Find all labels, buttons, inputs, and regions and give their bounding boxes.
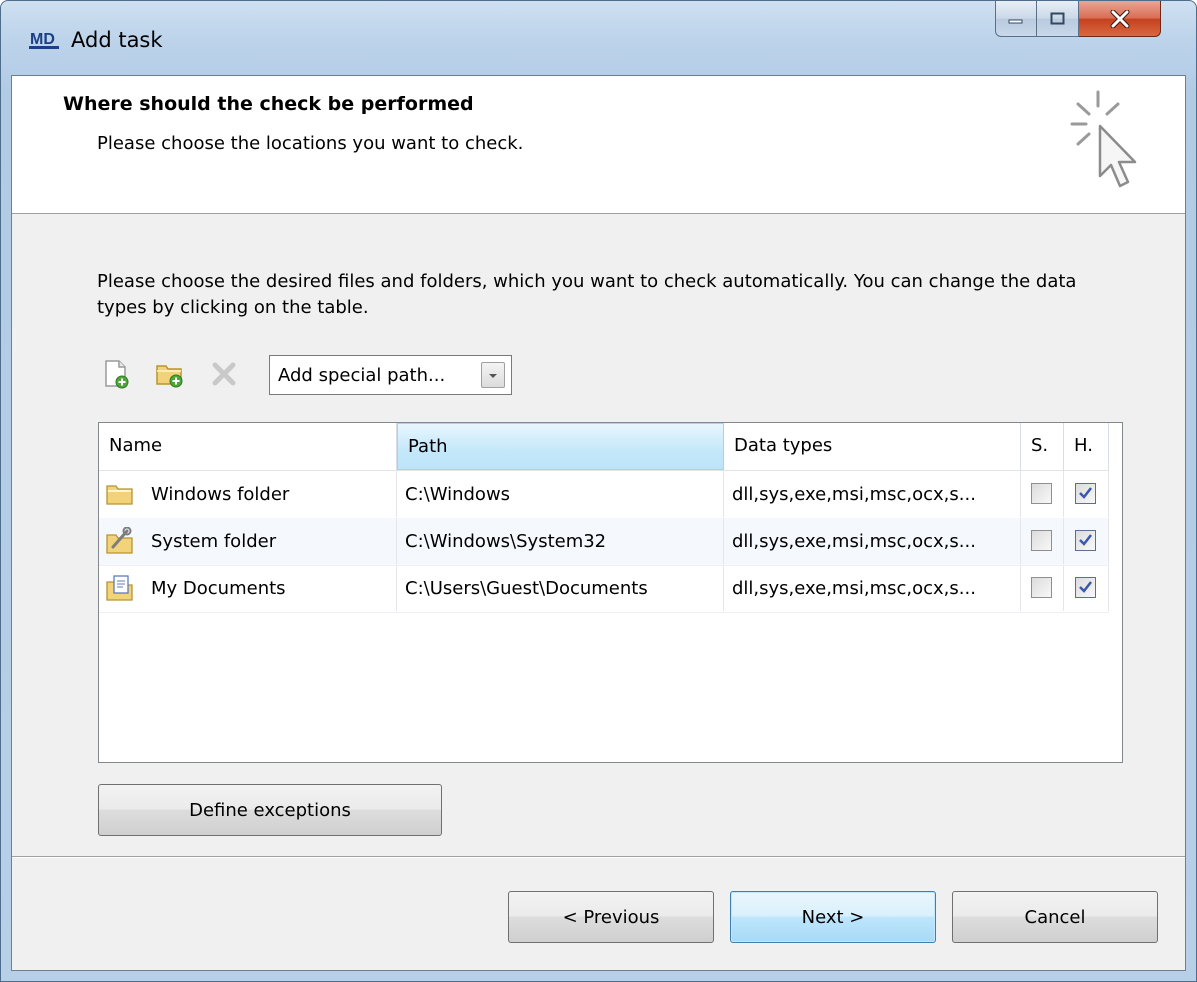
checkmark-icon bbox=[1079, 581, 1092, 593]
h-checkbox[interactable] bbox=[1075, 577, 1096, 598]
documents-folder-icon bbox=[106, 575, 133, 601]
h-checkbox[interactable] bbox=[1075, 483, 1096, 504]
next-button[interactable]: Next > bbox=[730, 891, 936, 943]
svg-text:MD: MD bbox=[30, 31, 55, 48]
special-path-dropdown[interactable]: Add special path... bbox=[269, 355, 512, 395]
special-path-value: Add special path... bbox=[278, 365, 446, 386]
column-header-path[interactable]: Path bbox=[397, 423, 724, 470]
s-checkbox[interactable] bbox=[1031, 483, 1052, 504]
row-s-cell bbox=[1021, 471, 1064, 517]
s-checkbox[interactable] bbox=[1031, 530, 1052, 551]
column-header-name[interactable]: Name bbox=[99, 423, 397, 470]
row-name: My Documents bbox=[151, 578, 286, 599]
checkmark-icon bbox=[1079, 534, 1092, 546]
column-header-data-types[interactable]: Data types bbox=[724, 423, 1021, 470]
footer-separator bbox=[12, 856, 1185, 858]
close-icon bbox=[1110, 9, 1129, 28]
close-button[interactable] bbox=[1079, 1, 1161, 37]
minimize-button[interactable] bbox=[995, 1, 1037, 37]
row-data-types[interactable]: dll,sys,exe,msi,msc,ocx,s... bbox=[724, 518, 1021, 564]
instructions-text: Please choose the desired files and fold… bbox=[97, 271, 1077, 318]
add-file-icon[interactable] bbox=[101, 359, 131, 389]
chevron-down-icon bbox=[489, 374, 497, 378]
row-name-cell: Windows folder bbox=[99, 471, 397, 517]
row-h-cell bbox=[1064, 518, 1109, 564]
system-folder-icon bbox=[106, 527, 133, 554]
row-path: C:\Windows\System32 bbox=[397, 518, 724, 564]
checkmark-icon bbox=[1079, 487, 1092, 499]
table-row[interactable]: Windows folder C:\Windows dll,sys,exe,ms… bbox=[99, 471, 1109, 519]
window-title: Add task bbox=[71, 28, 163, 52]
dialog-window: MD Add task Where should the check be pe… bbox=[0, 0, 1197, 982]
row-name: System folder bbox=[151, 531, 277, 552]
add-folder-icon[interactable] bbox=[155, 359, 185, 389]
row-data-types[interactable]: dll,sys,exe,msi,msc,ocx,s... bbox=[724, 471, 1021, 517]
row-h-cell bbox=[1064, 565, 1109, 611]
row-name-cell: System folder bbox=[99, 518, 397, 564]
title-bar[interactable]: MD Add task bbox=[1, 1, 1196, 75]
folder-icon bbox=[106, 485, 133, 505]
locations-table[interactable]: Name Path Data types S. H. Windows folde… bbox=[98, 422, 1123, 763]
table-row[interactable]: My Documents C:\Users\Guest\Documents dl… bbox=[99, 565, 1109, 613]
minimize-icon bbox=[1008, 19, 1023, 23]
maximize-button[interactable] bbox=[1037, 1, 1079, 37]
h-checkbox[interactable] bbox=[1075, 530, 1096, 551]
row-name: Windows folder bbox=[151, 484, 290, 505]
wizard-header: Where should the check be performed Plea… bbox=[12, 76, 1185, 214]
delete-icon[interactable] bbox=[209, 359, 239, 389]
dialog-client-area: Where should the check be performed Plea… bbox=[11, 75, 1186, 971]
define-exceptions-button[interactable]: Define exceptions bbox=[98, 784, 442, 836]
row-s-cell bbox=[1021, 518, 1064, 564]
column-header-s[interactable]: S. bbox=[1021, 423, 1064, 470]
row-path: C:\Windows bbox=[397, 471, 724, 517]
table-header: Name Path Data types S. H. bbox=[99, 423, 1109, 471]
page-subtitle: Please choose the locations you want to … bbox=[97, 133, 524, 154]
row-name-cell: My Documents bbox=[99, 565, 397, 611]
previous-button[interactable]: < Previous bbox=[508, 891, 714, 943]
row-data-types[interactable]: dll,sys,exe,msi,msc,ocx,s... bbox=[724, 565, 1021, 611]
row-s-cell bbox=[1021, 565, 1064, 611]
column-header-h[interactable]: H. bbox=[1064, 423, 1109, 470]
cancel-button[interactable]: Cancel bbox=[952, 891, 1158, 943]
app-logo-icon: MD bbox=[29, 31, 59, 49]
s-checkbox[interactable] bbox=[1031, 577, 1052, 598]
maximize-icon bbox=[1050, 12, 1064, 24]
row-path: C:\Users\Guest\Documents bbox=[397, 565, 724, 611]
cursor-click-icon bbox=[1070, 90, 1137, 188]
row-h-cell bbox=[1064, 471, 1109, 517]
page-title: Where should the check be performed bbox=[63, 93, 474, 115]
table-row[interactable]: System folder C:\Windows\System32 dll,sy… bbox=[99, 518, 1109, 566]
dropdown-button[interactable] bbox=[481, 362, 505, 388]
